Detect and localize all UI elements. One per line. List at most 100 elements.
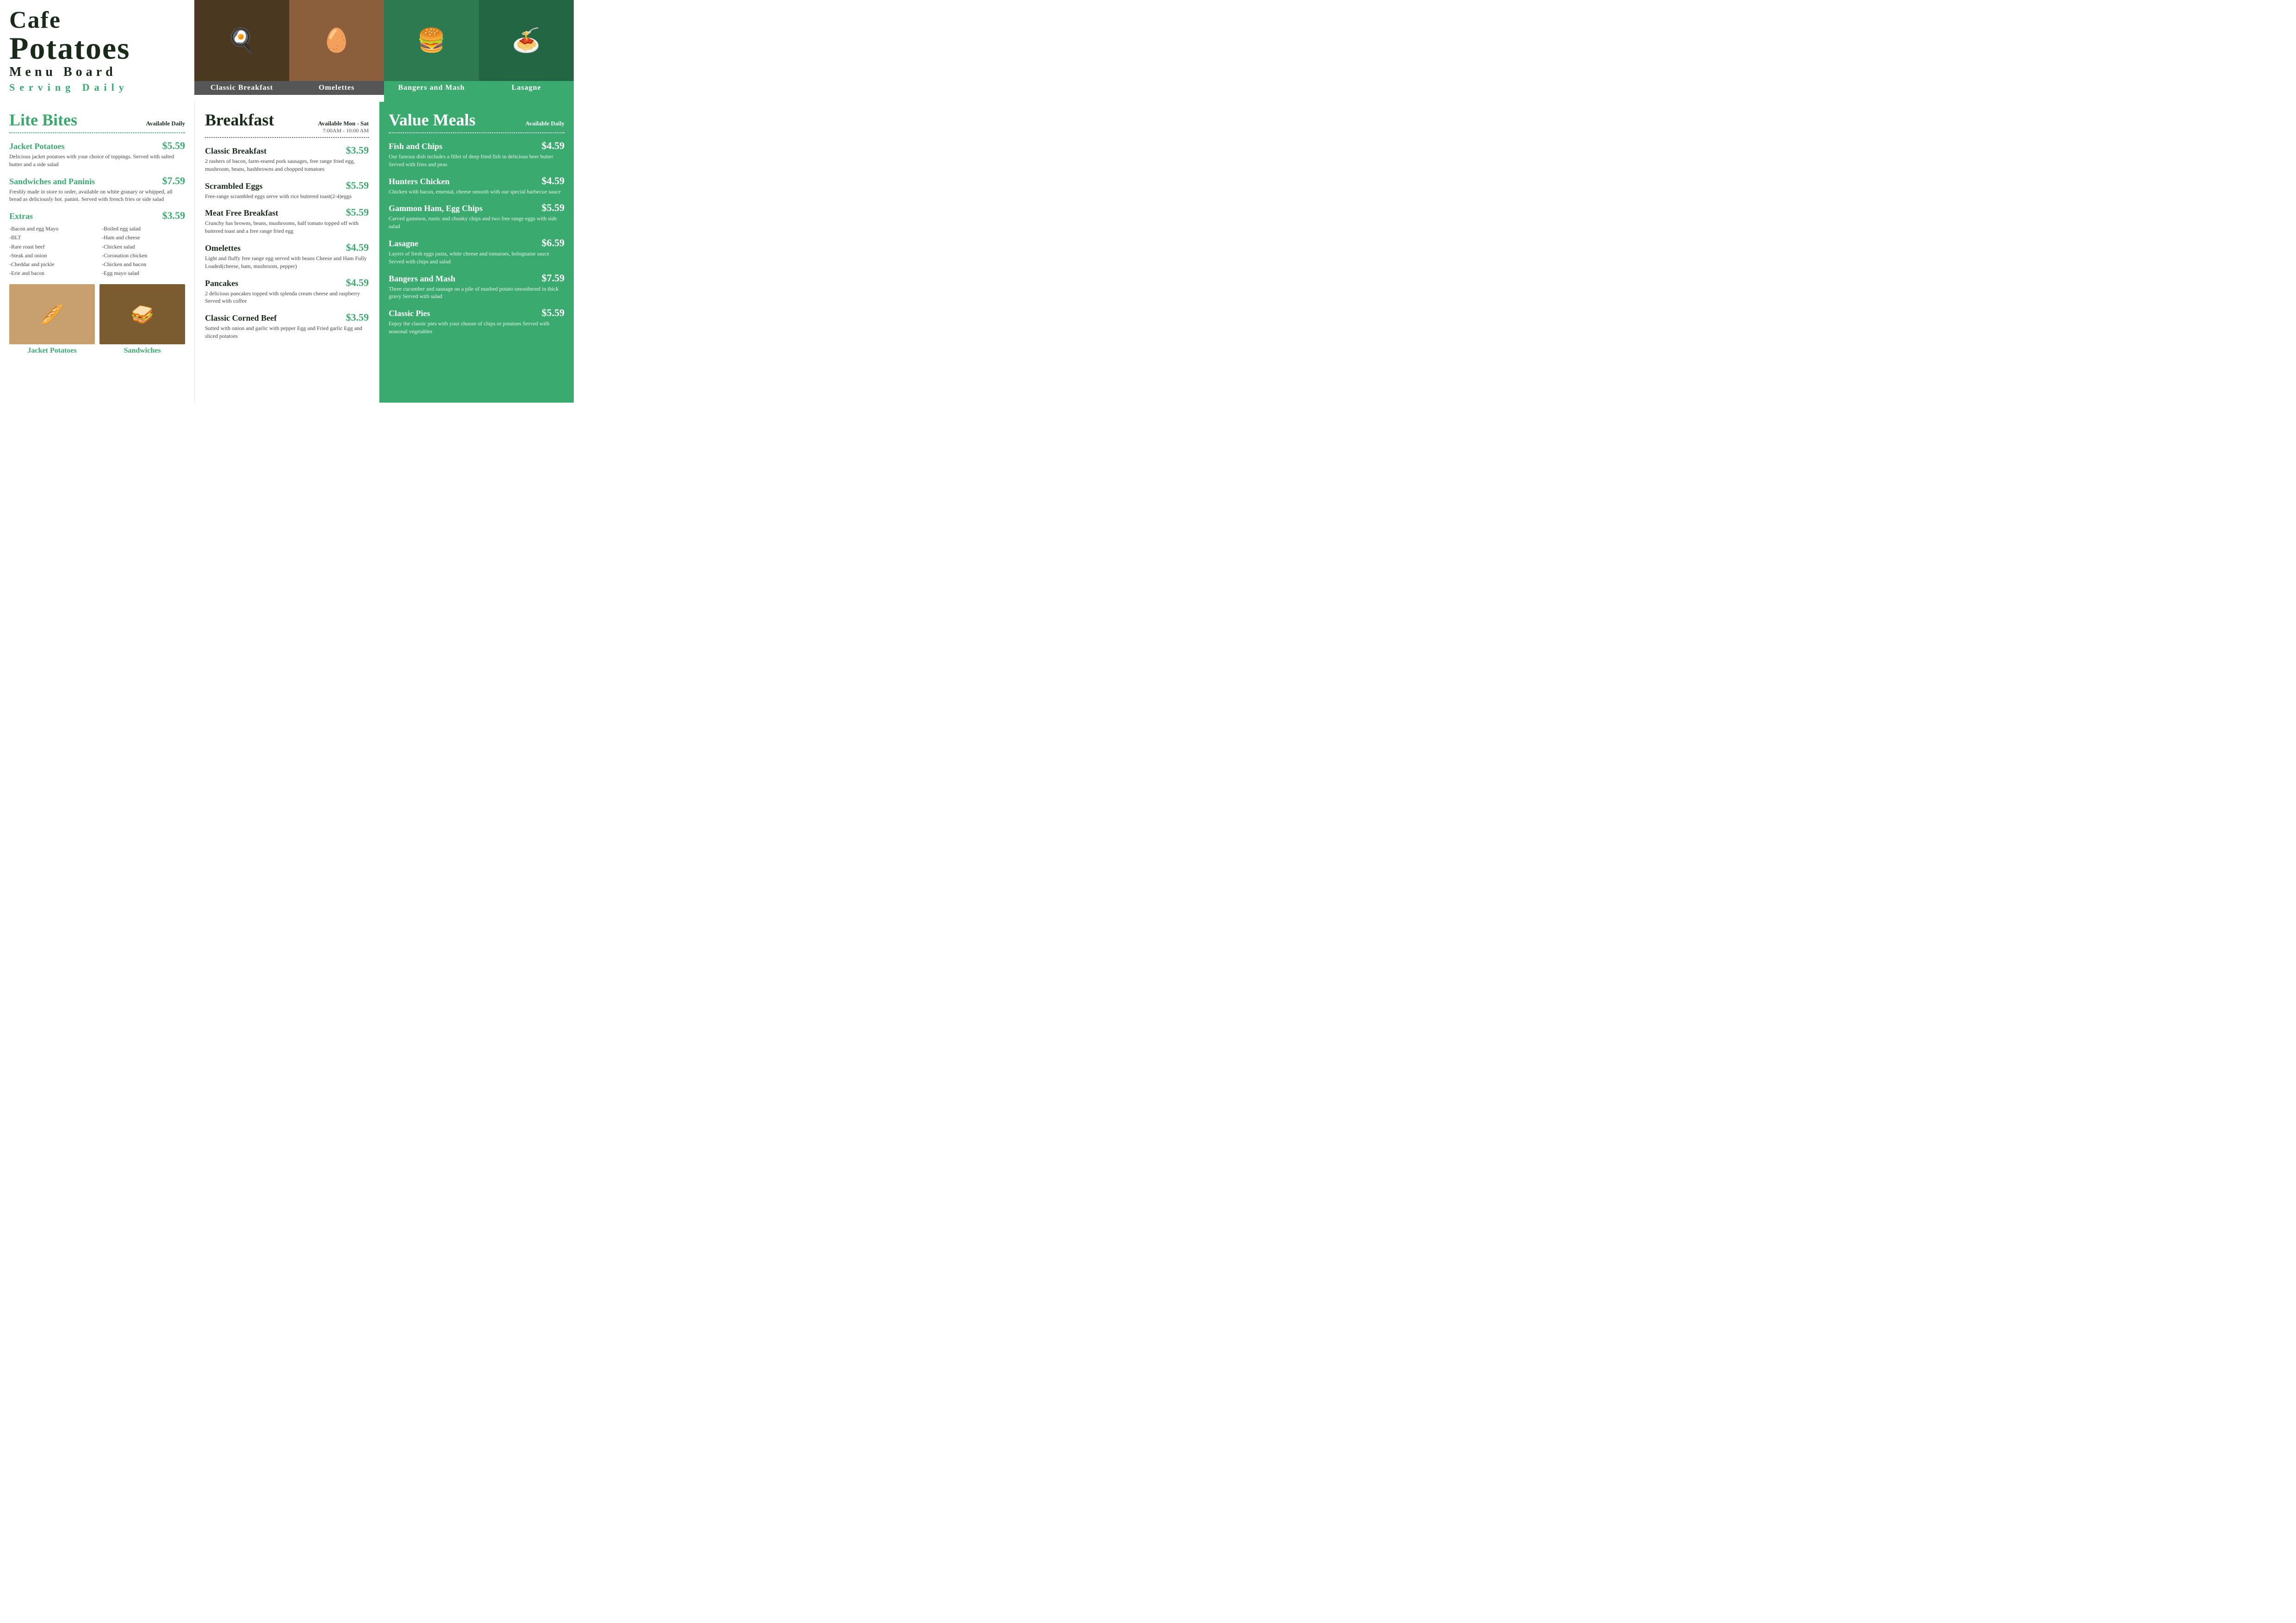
omelettes-image: 🥚 [289, 0, 384, 81]
menu-item-extras: Extras $3.59 -Bacon and egg Mayo -BLT -R… [9, 210, 185, 278]
pancakes-header: Pancakes $4.59 [205, 277, 369, 289]
meat-free-desc: Crunchy has browns, beans, mushrooms, ha… [205, 219, 369, 235]
classic-pies-desc: Enjoy the classic pies with your choose … [389, 320, 565, 336]
gammon-ham-price: $5.59 [542, 202, 565, 214]
fish-chips-header: Fish and Chips $4.59 [389, 140, 565, 152]
header-image-bangers: 🍔 Bangers and Mash [384, 0, 479, 102]
jacket-potatoes-name: Jacket Potatoes [9, 142, 64, 151]
corned-beef-name: Classic Corned Beef [205, 313, 277, 323]
corned-beef-header: Classic Corned Beef $3.59 [205, 311, 369, 323]
menu-item-classic-breakfast: Classic Breakfast $3.59 2 rashers of bac… [205, 144, 369, 173]
lite-bites-availability: Available Daily [146, 120, 185, 127]
meat-free-name: Meat Free Breakfast [205, 208, 278, 218]
extras-header: Extras $3.59 [9, 210, 185, 222]
brand-subtitle-serving: Serving Daily [9, 81, 185, 93]
brand-title-cafe: Cafe [9, 8, 185, 32]
lasagne-desc: Layers of fresh eggs pasta, white cheese… [389, 250, 565, 266]
value-meals-section: Value Meals Available Daily Fish and Chi… [379, 102, 574, 403]
lite-bites-header: Lite Bites Available Daily [9, 110, 185, 130]
corned-beef-desc: Sutted with onion and garlic with pepper… [205, 324, 369, 340]
classic-pies-name: Classic Pies [389, 309, 430, 318]
scrambled-eggs-header: Scrambled Eggs $5.59 [205, 180, 369, 192]
omelettes-image-label: Omelettes [289, 81, 384, 95]
omelettes-desc: Light and fluffy free range egg served w… [205, 255, 369, 270]
jacket-potatoes-price: $5.59 [162, 140, 186, 152]
menu-item-pancakes: Pancakes $4.59 2 delicious pancakes topp… [205, 277, 369, 305]
header-image-lasagne: 🍝 Lasagne [479, 0, 574, 102]
extras-list: -Bacon and egg Mayo -BLT -Rare roast bee… [9, 224, 185, 278]
breakfast-image: 🍳 [194, 0, 289, 81]
sandwiches-photo: 🥪 [99, 284, 185, 344]
bangers-mash-desc: Three cucumber and sausage on a pile of … [389, 285, 565, 301]
lasagne-name: Lasagne [389, 239, 418, 249]
menu-item-corned-beef: Classic Corned Beef $3.59 Sutted with on… [205, 311, 369, 340]
gammon-ham-name: Gammon Ham, Egg Chips [389, 204, 483, 213]
extra-item-12: -Egg mayo salad [102, 269, 185, 278]
value-meals-header: Value Meals Available Daily [389, 110, 565, 130]
extra-item-10: -Coronation chicken [102, 251, 185, 260]
lasagne-image-label: Lasagne [479, 81, 574, 95]
brand-block: Cafe Potatoes Menu Board Serving Daily [0, 0, 194, 102]
omelettes-price: $4.59 [346, 242, 369, 254]
fish-chips-price: $4.59 [542, 140, 565, 152]
classic-pies-header: Classic Pies $5.59 [389, 307, 565, 319]
classic-breakfast-name: Classic Breakfast [205, 146, 267, 156]
jacket-potatoes-header: Jacket Potatoes $5.59 [9, 140, 185, 152]
lite-bites-images: 🥖 Jacket Potatoes 🥪 Sandwiches [9, 284, 185, 355]
bangers-image-label: Bangers and Mash [384, 81, 479, 95]
scrambled-eggs-name: Scrambled Eggs [205, 181, 263, 191]
sandwiches-price: $7.59 [162, 175, 186, 187]
sandwiches-desc: Freshly made in store to order, availabl… [9, 188, 185, 204]
header-image-omelettes: 🥚 Omelettes [289, 0, 384, 102]
extras-col-1: -Bacon and egg Mayo -BLT -Rare roast bee… [9, 224, 93, 278]
breakfast-availability: Available Mon - Sat 7:00AM - 10:00 AM [318, 120, 369, 134]
bangers-image: 🍔 [384, 0, 479, 81]
extra-item-4: -Steak and onion [9, 251, 93, 260]
jacket-potatoes-photo: 🥖 [9, 284, 95, 344]
breakfast-image-label: Classic Breakfast [194, 81, 289, 95]
menu-item-bangers-mash: Bangers and Mash $7.59 Three cucumber an… [389, 272, 565, 301]
menu-item-scrambled-eggs: Scrambled Eggs $5.59 Free-range scramble… [205, 180, 369, 200]
menu-item-classic-pies: Classic Pies $5.59 Enjoy the classic pie… [389, 307, 565, 336]
menu-item-meat-free: Meat Free Breakfast $5.59 Crunchy has br… [205, 206, 369, 235]
extra-item-8: -Ham and cheese [102, 233, 185, 242]
breakfast-section: Breakfast Available Mon - Sat 7:00AM - 1… [194, 102, 379, 403]
menu-item-fish-chips: Fish and Chips $4.59 Our famous dish inc… [389, 140, 565, 168]
value-meals-divider [389, 132, 565, 133]
extra-item-3: -Rare roast beef [9, 243, 93, 251]
menu-item-hunters-chicken: Hunters Chicken $4.59 Chicken with bacon… [389, 175, 565, 196]
jacket-potatoes-bottom-label: Jacket Potatoes [9, 347, 95, 355]
value-meals-title: Value Meals [389, 110, 476, 130]
header-image-classic-breakfast: 🍳 Classic Breakfast [194, 0, 289, 102]
extra-item-6: -Erie and bacon [9, 269, 93, 278]
lasagne-header: Lasagne $6.59 [389, 237, 565, 249]
hunters-chicken-header: Hunters Chicken $4.59 [389, 175, 565, 187]
bangers-mash-name: Bangers and Mash [389, 274, 455, 284]
fish-chips-name: Fish and Chips [389, 142, 442, 151]
value-meals-availability: Available Daily [525, 120, 565, 127]
scrambled-eggs-price: $5.59 [346, 180, 369, 192]
extra-item-9: -Chicken salad [102, 243, 185, 251]
menu-item-sandwiches: Sandwiches and Paninis $7.59 Freshly mad… [9, 175, 185, 204]
classic-pies-price: $5.59 [542, 307, 565, 319]
lite-bites-divider [9, 132, 185, 133]
jacket-potatoes-food-icon: 🥖 [9, 284, 95, 344]
sandwiches-header: Sandwiches and Paninis $7.59 [9, 175, 185, 187]
scrambled-eggs-desc: Free-range scrambled eggs serve with ric… [205, 193, 369, 200]
jacket-potatoes-desc: Delicious jacket potatoes with your choi… [9, 153, 185, 168]
brand-subtitle-menu: Menu Board [9, 65, 185, 80]
hunters-chicken-price: $4.59 [542, 175, 565, 187]
extras-price: $3.59 [162, 210, 186, 222]
extra-item-2: -BLT [9, 233, 93, 242]
meat-free-header: Meat Free Breakfast $5.59 [205, 206, 369, 218]
pancakes-price: $4.59 [346, 277, 369, 289]
classic-breakfast-desc: 2 rashers of bacon, farm-reared pork sau… [205, 157, 369, 173]
bangers-mash-header: Bangers and Mash $7.59 [389, 272, 565, 284]
breakfast-times-text: 7:00AM - 10:00 AM [318, 127, 369, 134]
breakfast-avail-text: Available Mon - Sat [318, 120, 369, 127]
gammon-ham-desc: Carved gammon, rustic and chunky chips a… [389, 215, 565, 230]
sandwiches-bottom-label: Sandwiches [99, 347, 185, 355]
pancakes-desc: 2 delicious pancakes topped with splenda… [205, 290, 369, 305]
extra-item-7: -Boiled egg salad [102, 224, 185, 233]
extras-col-2: -Boiled egg salad -Ham and cheese -Chick… [102, 224, 185, 278]
